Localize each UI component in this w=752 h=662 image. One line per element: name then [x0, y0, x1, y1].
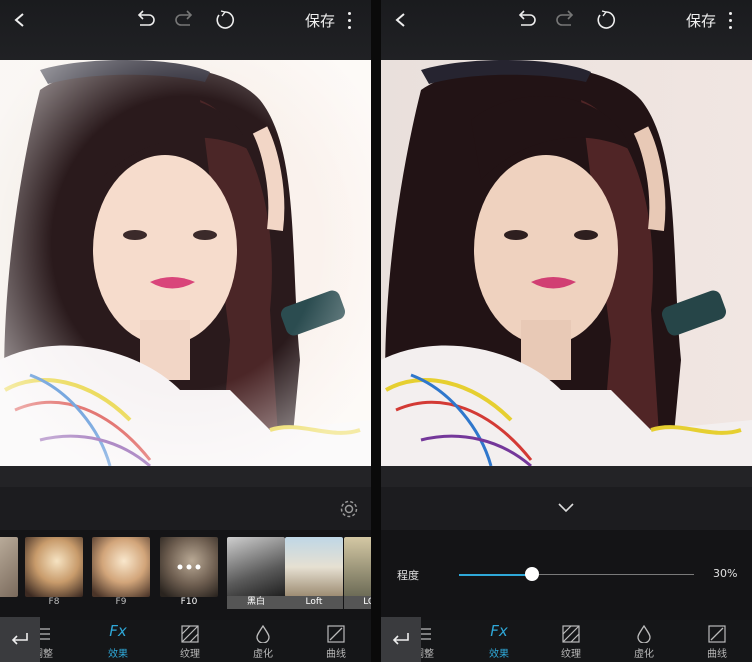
filter-thumb-loft[interactable] — [285, 537, 343, 597]
photo-preview — [381, 60, 752, 466]
filter-label: F9 — [115, 597, 127, 607]
bottom-tab-bar: 调整 Fx 效果 纹理 虚化 曲线 — [381, 620, 752, 662]
droplet-icon — [256, 625, 270, 643]
slider-knob[interactable] — [524, 567, 539, 581]
tab-blur[interactable]: 虚化 — [233, 620, 293, 662]
texture-icon — [181, 625, 199, 643]
redo-icon[interactable] — [174, 10, 196, 30]
tab-effects[interactable]: Fx 效果 — [88, 620, 148, 662]
filter-thumb-f10-selected[interactable] — [160, 537, 218, 597]
slider-fill — [459, 574, 532, 576]
filter-carousel[interactable]: F8 F9 F10 黑白 Loft LOM — [0, 530, 371, 617]
fx-icon: Fx — [109, 622, 127, 640]
curve-icon — [708, 625, 726, 643]
undo-icon[interactable] — [134, 10, 156, 30]
more-options-icon[interactable] — [342, 10, 358, 32]
save-button[interactable]: 保存 — [305, 10, 335, 31]
intensity-label: 程度 — [397, 569, 419, 582]
preview-bottom-bar — [0, 466, 371, 487]
settings-gear-icon[interactable] — [339, 499, 359, 519]
editor-screen-intensity: 保存 程度 30% 调整 Fx 效果 纹理 虚化 曲线 — [381, 0, 752, 662]
filter-label: F8 — [48, 597, 60, 607]
chevron-down-icon[interactable] — [558, 503, 574, 513]
collapse-panel-bar[interactable] — [381, 487, 752, 530]
fx-icon: Fx — [490, 622, 508, 640]
return-arrow-icon — [11, 633, 28, 645]
filter-options-bar — [0, 487, 371, 530]
more-options-icon[interactable] — [723, 10, 739, 32]
back-chevron-icon[interactable] — [12, 12, 28, 28]
editor-screen-effects: 保存 F8 F9 F10 黑白 Loft L 调整 Fx 效果 纹理 虚化 曲线 — [0, 0, 371, 662]
filter-label: Loft — [285, 596, 343, 609]
more-dots-icon — [177, 564, 201, 570]
tab-curves[interactable]: 曲线 — [687, 620, 747, 662]
top-toolbar: 保存 — [381, 0, 752, 60]
top-toolbar: 保存 — [0, 0, 371, 60]
filter-label: F10 — [180, 597, 198, 607]
reset-icon[interactable] — [596, 10, 616, 30]
tab-texture[interactable]: 纹理 — [541, 620, 601, 662]
screens-divider — [371, 0, 381, 662]
bottom-tab-bar: 调整 Fx 效果 纹理 虚化 曲线 — [0, 620, 371, 662]
tab-effects[interactable]: Fx 效果 — [469, 620, 529, 662]
filter-thumb-partial[interactable] — [0, 537, 18, 597]
reset-icon[interactable] — [215, 10, 235, 30]
intensity-slider-row: 程度 30% — [381, 530, 752, 618]
filter-thumb-lomo[interactable] — [344, 537, 371, 597]
photo-preview-filtered — [0, 60, 371, 466]
undo-icon[interactable] — [515, 10, 537, 30]
filter-thumb-f8[interactable] — [25, 537, 83, 597]
back-chevron-icon[interactable] — [393, 12, 409, 28]
tab-blur[interactable]: 虚化 — [614, 620, 674, 662]
curve-icon — [327, 625, 345, 643]
redo-icon[interactable] — [555, 10, 577, 30]
filter-label: 黑白 — [227, 596, 285, 609]
filter-thumb-bw[interactable] — [227, 537, 285, 597]
preview-bottom-bar — [381, 466, 752, 487]
apply-return-button[interactable] — [0, 617, 40, 662]
apply-return-button[interactable] — [381, 617, 421, 662]
filter-thumb-f9[interactable] — [92, 537, 150, 597]
texture-icon — [562, 625, 580, 643]
return-arrow-icon — [392, 633, 409, 645]
save-button[interactable]: 保存 — [686, 10, 716, 31]
intensity-value: 30% — [713, 567, 738, 580]
filter-label: LOM — [344, 596, 371, 609]
tab-texture[interactable]: 纹理 — [160, 620, 220, 662]
tab-curves[interactable]: 曲线 — [306, 620, 366, 662]
droplet-icon — [637, 625, 651, 643]
